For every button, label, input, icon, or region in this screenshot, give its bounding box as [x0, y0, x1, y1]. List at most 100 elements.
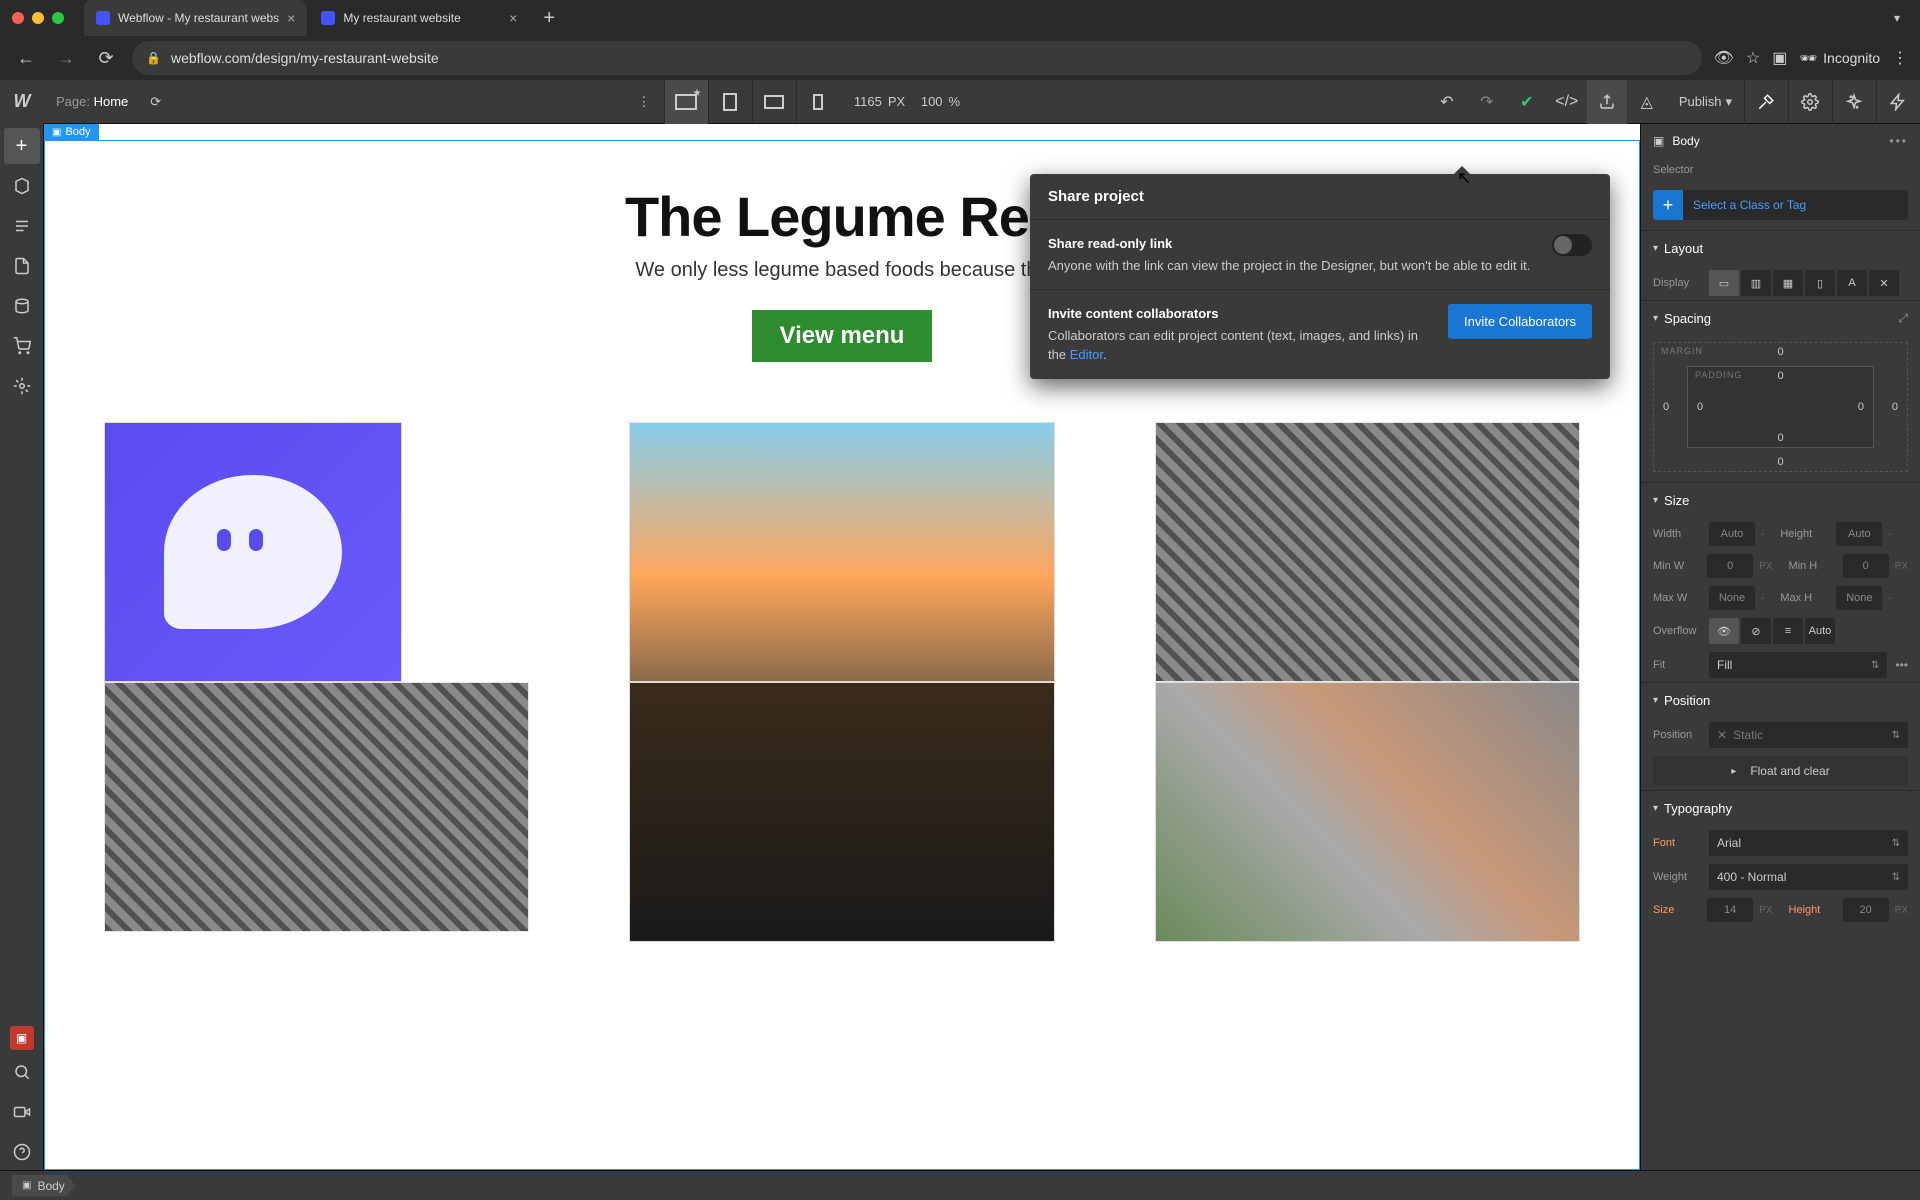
font-size-input[interactable]	[1707, 898, 1753, 922]
editor-link[interactable]: Editor	[1070, 347, 1103, 362]
canvas-size-display[interactable]: 1165 PX 100 %	[840, 94, 974, 109]
gallery-image[interactable]	[629, 422, 1054, 682]
max-height-input[interactable]	[1836, 586, 1882, 610]
page-selector[interactable]: Page: Home	[44, 94, 140, 109]
padding-right[interactable]: 0	[1858, 401, 1864, 413]
redo-button[interactable]: ↷	[1467, 80, 1507, 124]
display-block-button[interactable]: ▭	[1709, 270, 1739, 296]
more-icon[interactable]: ⋮	[624, 94, 664, 110]
breakpoint-tablet-landscape-button[interactable]	[752, 80, 796, 124]
margin-right[interactable]: 0	[1892, 401, 1898, 413]
padding-bottom[interactable]: 0	[1777, 432, 1783, 444]
help-button[interactable]	[4, 1134, 40, 1170]
height-input[interactable]	[1836, 522, 1882, 546]
navigator-button[interactable]	[4, 168, 40, 204]
browser-tab[interactable]: Webflow - My restaurant webs ×	[84, 0, 307, 36]
webflow-logo-icon[interactable]: W	[0, 80, 44, 124]
position-select[interactable]: ✕Static⇅	[1709, 722, 1908, 748]
spacing-expand-icon[interactable]: ⤢	[1898, 311, 1908, 326]
width-input[interactable]	[1709, 522, 1755, 546]
url-field[interactable]: 🔒 webflow.com/design/my-restaurant-websi…	[132, 41, 1702, 75]
search-button[interactable]	[4, 1054, 40, 1090]
float-clear-button[interactable]: ▸ Float and clear	[1653, 756, 1908, 786]
refresh-icon[interactable]: ⟳	[140, 94, 171, 110]
display-inline-block-button[interactable]: ▯	[1805, 270, 1835, 296]
settings-button[interactable]	[4, 368, 40, 404]
fit-select[interactable]: Fill⇅	[1709, 652, 1887, 678]
padding-top[interactable]: 0	[1777, 370, 1783, 382]
minimize-window-button[interactable]	[32, 12, 44, 24]
font-select[interactable]: Arial⇅	[1709, 830, 1908, 856]
invite-collaborators-button[interactable]: Invite Collaborators	[1448, 304, 1592, 339]
design-canvas[interactable]: Body The Legume Res We only less legume …	[44, 124, 1640, 1170]
fit-settings-icon[interactable]: •••	[1895, 658, 1908, 672]
new-tab-button[interactable]: +	[531, 0, 567, 36]
padding-left[interactable]: 0	[1697, 401, 1703, 413]
breakpoint-phone-button[interactable]	[796, 80, 840, 124]
weight-select[interactable]: 400 - Normal⇅	[1709, 864, 1908, 890]
back-button[interactable]: ←	[12, 44, 40, 72]
ecommerce-button[interactable]	[4, 288, 40, 324]
selector-field[interactable]: + Select a Class or Tag	[1653, 190, 1908, 220]
add-class-button[interactable]: +	[1653, 190, 1683, 220]
maximize-window-button[interactable]	[52, 12, 64, 24]
section-layout[interactable]: ▾Layout	[1641, 230, 1920, 266]
share-link-toggle[interactable]	[1552, 234, 1592, 256]
display-none-button[interactable]: ✕	[1869, 270, 1899, 296]
style-tab-button[interactable]	[1744, 80, 1788, 124]
section-typography[interactable]: ▾Typography	[1641, 790, 1920, 826]
cms-button[interactable]	[4, 248, 40, 284]
settings-tab-button[interactable]	[1788, 80, 1832, 124]
assets-button[interactable]	[4, 328, 40, 364]
close-window-button[interactable]	[12, 12, 24, 24]
section-spacing[interactable]: ▾Spacing⤢	[1641, 300, 1920, 336]
margin-top[interactable]: 0	[1777, 346, 1783, 358]
add-element-button[interactable]: +	[4, 128, 40, 164]
breakpoint-desktop-button[interactable]	[664, 80, 708, 124]
panel-icon[interactable]: ▣	[1772, 48, 1787, 68]
gallery-image[interactable]	[1155, 422, 1580, 682]
reload-button[interactable]: ⟳	[92, 44, 120, 72]
close-tab-icon[interactable]: ×	[509, 10, 517, 26]
min-height-input[interactable]	[1843, 554, 1889, 578]
pages-button[interactable]	[4, 208, 40, 244]
overflow-hidden-button[interactable]: ⊘	[1741, 618, 1771, 644]
code-button[interactable]: </>	[1547, 80, 1587, 124]
status-check-icon[interactable]: ✔	[1507, 80, 1547, 124]
breakpoint-tablet-button[interactable]	[708, 80, 752, 124]
undo-button[interactable]: ↶	[1427, 80, 1467, 124]
incognito-badge[interactable]: 🕶 Incognito	[1799, 50, 1880, 67]
overflow-scroll-button[interactable]: ≡	[1773, 618, 1803, 644]
interactions-tab-button[interactable]	[1876, 80, 1920, 124]
max-width-input[interactable]	[1709, 586, 1755, 610]
gallery-image[interactable]	[1155, 682, 1580, 942]
overflow-auto-button[interactable]: Auto	[1805, 618, 1835, 644]
section-size[interactable]: ▾Size	[1641, 482, 1920, 518]
forward-button[interactable]: →	[52, 44, 80, 72]
spacing-editor[interactable]: MARGIN 0 0 0 0 PADDING 0 0 0 0	[1653, 342, 1908, 472]
gallery-image[interactable]	[104, 422, 402, 682]
effects-tab-button[interactable]	[1832, 80, 1876, 124]
section-position[interactable]: ▾Position	[1641, 682, 1920, 718]
view-menu-button[interactable]: View menu	[752, 310, 933, 362]
audit-button[interactable]: ◬	[1627, 80, 1667, 124]
gallery-image[interactable]	[104, 682, 529, 932]
close-tab-icon[interactable]: ×	[287, 10, 295, 26]
browser-tab[interactable]: My restaurant website ×	[309, 0, 529, 36]
eye-off-icon[interactable]: 👁	[1714, 48, 1734, 68]
gallery-image[interactable]	[629, 682, 1054, 942]
selected-element-tag[interactable]: Body	[44, 124, 99, 140]
publish-button[interactable]: Publish ▾	[1667, 94, 1744, 110]
video-button[interactable]	[4, 1094, 40, 1130]
display-flex-button[interactable]: ▥	[1741, 270, 1771, 296]
display-inline-button[interactable]: A	[1837, 270, 1867, 296]
breadcrumb-body[interactable]: Body	[12, 1175, 75, 1197]
bookmark-icon[interactable]: ☆	[1746, 48, 1760, 68]
line-height-input[interactable]	[1843, 898, 1889, 922]
audit-badge[interactable]: ▣	[10, 1026, 34, 1050]
margin-left[interactable]: 0	[1663, 401, 1669, 413]
share-button[interactable]	[1587, 80, 1627, 124]
tabs-dropdown-icon[interactable]: ▾	[1886, 11, 1908, 25]
margin-bottom[interactable]: 0	[1777, 456, 1783, 468]
element-menu-icon[interactable]: •••	[1889, 134, 1908, 148]
